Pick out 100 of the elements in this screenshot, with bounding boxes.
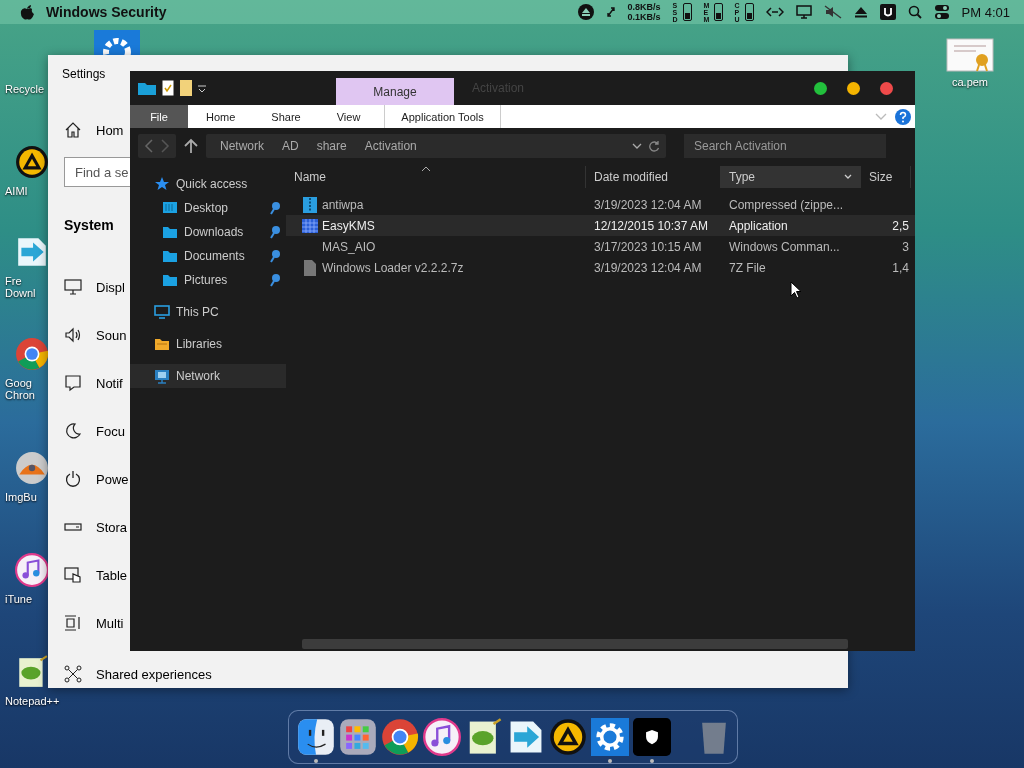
search-field[interactable]: Search Activation — [684, 134, 886, 158]
table-cell-text: 3/19/2023 12:04 AM — [593, 197, 703, 212]
nav-item[interactable]: Network — [130, 364, 286, 388]
file-row[interactable]: Windows Loader v2.2.2.7z 3/19/2023 12:04 AM 7Z File 1,4 — [286, 257, 915, 278]
search-field[interactable]: Find a se — [64, 157, 130, 187]
document-icon — [302, 259, 318, 276]
breadcrumb[interactable]: Network — [212, 139, 272, 153]
code-arrows-icon[interactable] — [765, 6, 784, 18]
window-title: Settings — [61, 66, 107, 83]
breadcrumb[interactable]: AD — [274, 139, 307, 153]
app-grid-icon[interactable] — [339, 718, 377, 756]
table-cell-text: Application — [728, 218, 789, 233]
folder-icon — [162, 272, 178, 288]
power-icon — [64, 470, 82, 488]
checklist-icon[interactable] — [162, 80, 174, 96]
nav-item[interactable]: Stora — [48, 503, 128, 551]
settings-icon[interactable] — [94, 30, 140, 56]
nav-item[interactable]: Soun — [48, 311, 127, 359]
nav-item[interactable]: Quick access — [130, 172, 286, 196]
gauge-icon[interactable] — [744, 3, 754, 21]
nav-item[interactable]: Libraries — [130, 332, 286, 356]
column-header[interactable]: Name — [286, 166, 586, 188]
chrome-logo-icon[interactable] — [381, 718, 419, 756]
icon-label: Recycle — [5, 83, 45, 95]
nav-item[interactable]: Pictures — [138, 268, 286, 292]
address-bar[interactable]: Network AD share Activation — [206, 134, 666, 158]
nav-item[interactable]: Displ — [48, 263, 125, 311]
smiling-face-icon[interactable] — [297, 718, 335, 756]
pin-icon[interactable] — [270, 225, 280, 239]
muted-speaker-icon[interactable] — [823, 5, 842, 19]
chevron-down-icon[interactable] — [844, 174, 852, 180]
minimize-button[interactable] — [847, 81, 860, 95]
breadcrumb[interactable]: share — [308, 139, 355, 153]
pin-icon[interactable] — [270, 201, 280, 215]
nav-item[interactable]: This PC — [130, 300, 286, 324]
clock[interactable]: PM 4:01 — [961, 4, 1010, 20]
gauge-icon[interactable] — [713, 3, 723, 21]
gauge-icon[interactable] — [682, 3, 692, 21]
file-row[interactable]: MAS_AIO 3/17/2023 10:15 AM Windows Comman... 3 — [286, 236, 915, 257]
grid-icon — [302, 217, 318, 234]
file-name: antiwpa — [322, 197, 364, 212]
arrow-page-icon[interactable] — [15, 235, 49, 269]
folder-icon[interactable] — [138, 81, 156, 95]
home-icon — [64, 121, 82, 139]
maximize-button[interactable] — [814, 81, 827, 95]
ribbon-tab[interactable]: Home — [188, 105, 254, 128]
pin-icon[interactable] — [270, 249, 280, 263]
sort-caret-icon[interactable] — [420, 166, 431, 172]
connected-nodes-icon — [64, 665, 82, 683]
monitor-icon[interactable] — [795, 5, 812, 19]
nav-item[interactable]: Table — [48, 551, 128, 599]
music-note-icon[interactable] — [15, 553, 49, 587]
icon-label: Notepad++ — [5, 695, 60, 707]
eject-icon[interactable] — [853, 6, 868, 18]
table-cell-text: Compressed (zippe... — [728, 197, 845, 212]
nav-item[interactable]: Notif — [48, 359, 123, 407]
nav-item[interactable]: Desktop — [138, 196, 286, 220]
nav-item[interactable]: Powe — [48, 455, 129, 503]
refresh-icon[interactable] — [648, 140, 660, 152]
table-cell-text: Windows Comman... — [728, 239, 841, 254]
file-row[interactable]: EasyKMS 12/12/2015 10:37 AM Application 2,5 — [286, 215, 915, 236]
icon-label: Chron — [5, 389, 35, 401]
shield-icon[interactable] — [633, 718, 671, 756]
close-button[interactable] — [880, 81, 893, 95]
scrollbar-thumb[interactable] — [302, 639, 848, 649]
folder-icon — [162, 224, 178, 240]
up-arrow-icon[interactable] — [184, 138, 198, 154]
nav-item[interactable]: Downloads — [138, 220, 286, 244]
diagonal-arrows-icon[interactable] — [605, 6, 616, 18]
search-icon[interactable] — [907, 5, 922, 19]
upload-speed: 0.8KB/s — [627, 2, 661, 12]
library-icon — [154, 336, 170, 352]
nav-item[interactable]: Multi — [48, 599, 124, 647]
music-note-icon[interactable] — [423, 718, 461, 756]
eject-circle-icon[interactable] — [577, 4, 594, 20]
folder-icon — [162, 248, 178, 264]
disc-icon[interactable] — [15, 451, 49, 485]
chevron-down-icon[interactable] — [632, 142, 642, 150]
help-icon[interactable] — [895, 108, 911, 125]
triangle-logo-icon[interactable] — [15, 145, 49, 179]
nav-item[interactable]: Documents — [138, 244, 286, 268]
nav-item[interactable]: Hom — [64, 121, 124, 139]
column-header[interactable]: Type — [721, 166, 861, 188]
nav-item[interactable]: Focu — [48, 407, 125, 455]
settings-icon[interactable] — [591, 718, 629, 756]
app-name[interactable]: Windows Security — [46, 4, 167, 20]
triangle-logo-icon[interactable] — [549, 718, 587, 756]
pin-icon[interactable] — [270, 273, 280, 287]
chrome-logo-icon[interactable] — [15, 337, 49, 371]
file-menu-tab[interactable]: File — [130, 105, 188, 128]
nav-item[interactable]: Shared experiences — [48, 659, 212, 689]
ribbon-tab[interactable]: View — [318, 105, 379, 128]
file-row[interactable]: antiwpa 3/19/2023 12:04 AM Compressed (zippe... — [286, 194, 915, 215]
icon-label: iTune — [5, 593, 33, 605]
letter-u-icon[interactable] — [879, 4, 896, 20]
dropdown-icon[interactable] — [198, 83, 206, 93]
breadcrumb[interactable]: Activation — [356, 139, 425, 153]
toggle-switches-icon[interactable] — [933, 4, 950, 20]
column-header[interactable]: Size — [861, 166, 911, 188]
ribbon-tab[interactable]: Share — [253, 105, 319, 128]
